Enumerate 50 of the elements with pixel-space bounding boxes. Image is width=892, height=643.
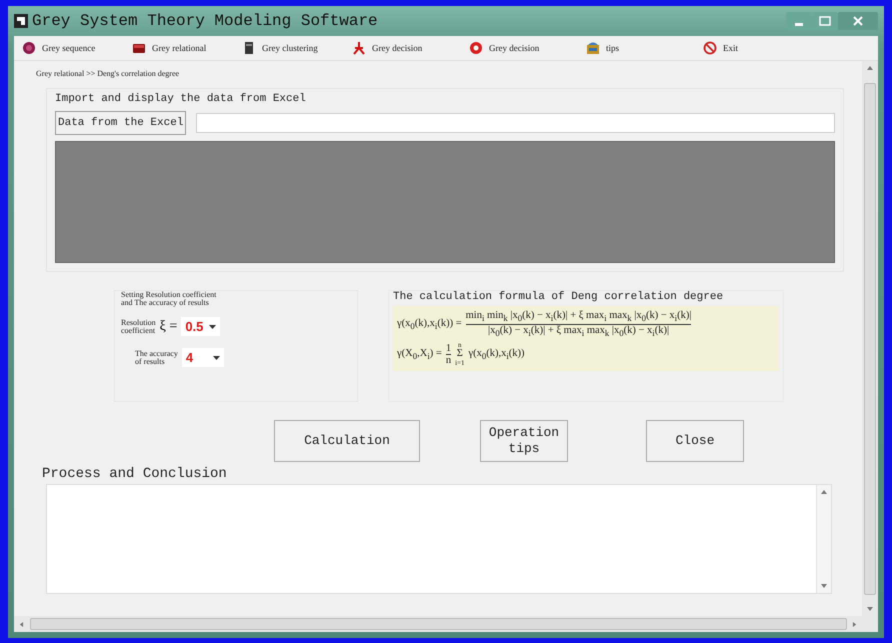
horizontal-scrollbar[interactable] (14, 616, 862, 632)
accuracy-label: The accuracy of results (135, 350, 178, 366)
menu-item[interactable]: Grey decision (469, 41, 586, 55)
group-title: Import and display the data from Excel (55, 93, 307, 105)
branch-icon (352, 41, 366, 55)
book-icon (242, 41, 256, 55)
action-button[interactable]: Operation tips (480, 420, 568, 462)
close-icon[interactable] (838, 12, 878, 30)
scroll-down-icon[interactable] (867, 607, 873, 612)
xi-symbol: ξ = (160, 318, 178, 334)
formula-numerator: min$_{i}$ min$_{k}$ |x$_{0}$(k) − x$_{i}$(k)| + ξ max$_{i}$ max$_{k}$ |x$_{0}$(k) − x$_{i}$(k)| (466, 310, 692, 326)
ring-icon (469, 41, 483, 55)
scroll-down-icon[interactable] (821, 584, 827, 589)
stop-icon (703, 41, 717, 55)
formula-lhs: γ(X$_{0}$,X$_{i}$) = (397, 348, 442, 361)
menu-item[interactable]: Grey sequence (22, 41, 132, 55)
menu-item[interactable]: Grey decision (352, 41, 469, 55)
formula-denominator: |x$_{0}$(k) − x$_{i}$(k)| + ξ max$_{i}$ max$_{k}$ |x$_{0}$(k) − x$_{i}$(k)| (488, 325, 670, 338)
caret-icon[interactable] (213, 356, 220, 360)
app-icon (14, 14, 28, 28)
vertical-scrollbar[interactable] (862, 61, 878, 616)
scroll-left-icon[interactable] (18, 622, 24, 626)
resolution-label: Resolution coefficient (121, 318, 156, 334)
file-path-field[interactable] (196, 113, 835, 133)
scroll-up-icon[interactable] (867, 65, 873, 70)
accuracy-dropdown[interactable]: 4 (182, 348, 224, 367)
import-button[interactable]: Data from the Excel (55, 111, 186, 135)
scroll-right-icon[interactable] (852, 622, 858, 626)
sum-sign: Σ (456, 349, 463, 360)
menu-item[interactable]: Grey relational (132, 41, 242, 55)
window-title: Grey System Theory Modeling Software (32, 12, 378, 30)
resolution-dropdown[interactable]: 0.5 (181, 317, 220, 336)
sphere-icon (22, 41, 36, 55)
output-title: Process and Conclusion (42, 466, 228, 482)
settings-title: Setting Resolution coefficient and The accuracy of results (121, 291, 218, 307)
action-button[interactable]: Close (646, 420, 744, 462)
action-button[interactable]: Calculation (274, 420, 420, 462)
menu-item[interactable]: Grey clustering (242, 41, 352, 55)
basket-icon (586, 41, 600, 55)
fraction-numerator: 1 (446, 342, 452, 356)
fraction-denominator: n (446, 355, 452, 366)
scroll-up-icon[interactable] (821, 489, 827, 494)
breadcrumb: Grey relational >> Deng's correlation degree (36, 69, 180, 78)
formula-title: The calculation formula of Deng correlation degree (393, 291, 724, 303)
menu-item[interactable]: Exit (703, 41, 813, 55)
chest-icon (132, 41, 146, 55)
menu-item[interactable]: tips (586, 41, 703, 55)
caret-icon[interactable] (209, 324, 216, 328)
formula-lhs: γ(x$_{0}$(k),x$_{i}$(k)) = (397, 318, 462, 331)
formula-term: γ(x$_{0}$(k),x$_{i}$(k)) (468, 348, 525, 361)
